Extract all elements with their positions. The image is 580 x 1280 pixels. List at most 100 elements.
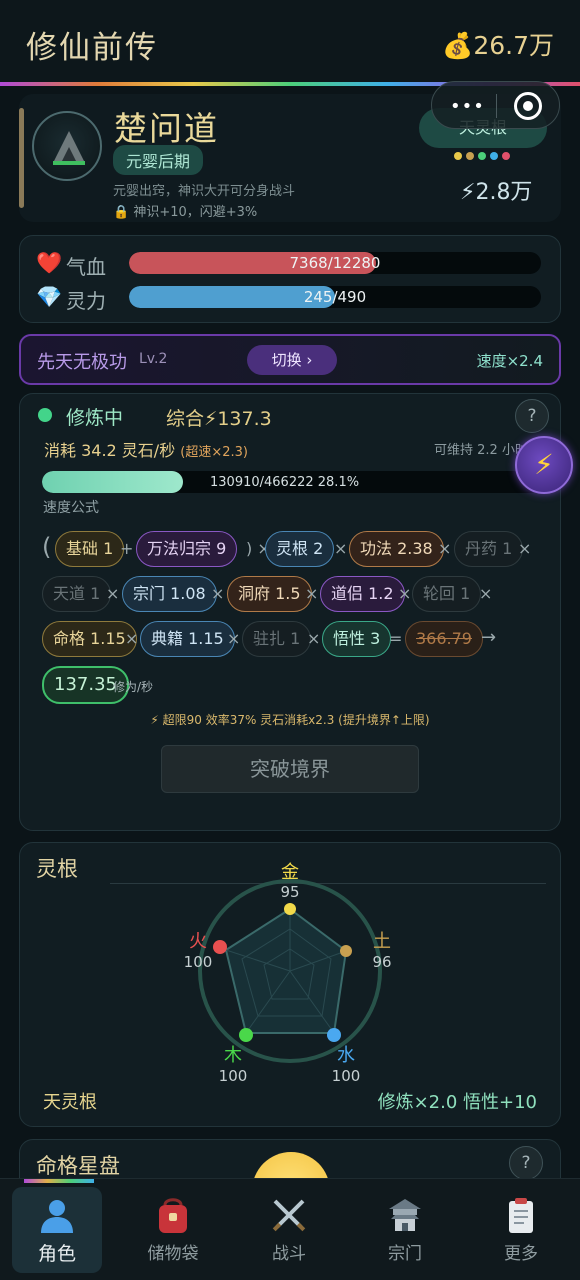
nav-active-indicator [24, 1179, 94, 1183]
formula-chip-wuxing[interactable]: 悟性 3 [322, 621, 392, 657]
top-bar: 修仙前传 💰26.7万 [0, 0, 580, 84]
coin-balance: 💰26.7万 [442, 31, 554, 60]
formula-chip-zongmen[interactable]: 宗门 1.08 [122, 576, 217, 612]
element-dot [502, 152, 510, 160]
vitals-panel: ❤️ 气血 7368/12280 💎 灵力 245/490 [19, 235, 561, 323]
formula-equals: = [389, 629, 403, 648]
formula-times: × [211, 584, 225, 603]
formula-times: × [334, 539, 348, 558]
formula-chip-gongfa[interactable]: 功法 2.38 [349, 531, 444, 567]
technique-speed: 速度×2.4 [476, 352, 543, 370]
character-name: 楚问道 [114, 109, 219, 148]
realm-badge: 元婴后期 [113, 145, 204, 175]
bag-icon [159, 1198, 187, 1233]
nav-more[interactable]: 更多 [476, 1187, 566, 1273]
hp-row: ❤️ 气血 7368/12280 [36, 249, 556, 279]
spirit-root-bonus: 修炼×2.0 悟性+10 [377, 1092, 537, 1113]
mp-value: 245/490 [303, 288, 367, 306]
formula-chip-tiandao[interactable]: 天道 1 [42, 576, 112, 612]
formula-chip-zhuzha[interactable]: 驻扎 1 [242, 621, 312, 657]
mp-bar: 245/490 [129, 286, 541, 308]
overlimit-note: ⚡ 超限90 效率37% 灵石消耗x2.3 (提升境界↑上限) [150, 713, 430, 727]
app-title: 修仙前传 [26, 30, 158, 66]
formula-times: × [479, 584, 493, 603]
close-target-icon[interactable] [514, 92, 542, 120]
sustain-time: 可维持 2.2 小时 [434, 443, 528, 458]
consume-rate: 消耗 34.2 灵石/秒 [44, 441, 176, 460]
metal-node [284, 903, 296, 915]
nav-sect[interactable]: 宗门 [360, 1187, 450, 1273]
spirit-root-name: 天灵根 [43, 1092, 97, 1113]
breakthrough-button[interactable]: 突破境界 [161, 745, 419, 793]
character-icon [41, 1200, 73, 1233]
element-dot [478, 152, 486, 160]
cultivation-status: 修炼中 [66, 407, 124, 429]
formula-chip-danyao[interactable]: 丹药 1 [454, 531, 524, 567]
formula-raw-result: 366.79 [405, 621, 483, 657]
cultivation-help-button[interactable]: ? [515, 399, 549, 433]
spirit-root-radar: 金 95 土 96 水 100 木 100 火 100 [184, 862, 392, 1085]
nav-character[interactable]: 角色 [12, 1187, 102, 1273]
wood-value: 100 [219, 1067, 248, 1085]
formula-times: × [125, 629, 139, 648]
formula-unit: 修为/秒 [113, 680, 154, 694]
nav-label: 战斗 [272, 1244, 306, 1264]
switch-technique-button[interactable]: 切换 › [247, 345, 337, 375]
earth-value: 96 [372, 953, 391, 971]
formula-chip-basic[interactable]: 基础 1 [55, 531, 125, 567]
hp-label: 气血 [66, 255, 106, 279]
metal-value: 95 [280, 883, 299, 901]
stone-consumption: 消耗 34.2 灵石/秒 (超速×2.3) [44, 437, 248, 461]
total-speed: 综合⚡137.3 [166, 408, 272, 430]
cultivation-progress-fill [42, 471, 183, 493]
fire-node [213, 940, 227, 954]
capsule-divider [496, 94, 497, 118]
technique-name: 先天无极功 [37, 352, 127, 373]
mp-row: 💎 灵力 245/490 [36, 283, 556, 313]
formula-times: × [398, 584, 412, 603]
technique-level: Lv.2 [139, 351, 168, 367]
heart-icon: ❤️ [36, 251, 63, 275]
formula-chip-dongfu[interactable]: 洞府 1.5 [227, 576, 312, 612]
earth-label: 土 [373, 931, 391, 952]
fire-value: 100 [184, 953, 213, 971]
spirit-root-panel: 灵根 金 95 土 96 水 100 木 100 火 100 天灵根 修炼×2.… [19, 842, 561, 1127]
temple-icon [389, 1199, 421, 1231]
realm-description: 元婴出窍，神识大开可分身战斗 [113, 184, 296, 199]
more-menu-icon[interactable]: ••• [450, 96, 485, 117]
realm-bonus: 🔒 神识+10，闪避+3% [113, 205, 258, 220]
combat-power: ⚡2.8万 [460, 180, 533, 205]
formula-times: × [305, 584, 319, 603]
formula-chip-lunhui[interactable]: 轮回 1 [412, 576, 482, 612]
destiny-title: 命格星盘 [36, 1154, 120, 1178]
element-dot [466, 152, 474, 160]
nav-battle[interactable]: 战斗 [244, 1187, 334, 1273]
formula-chip-minge[interactable]: 命格 1.15 [42, 621, 137, 657]
element-dot [490, 152, 498, 160]
technique-bar: 先天无极功 Lv.2 切换 › 速度×2.4 [19, 334, 561, 385]
bottom-nav: 角色 储物袋 战斗 宗门 更多 [0, 1178, 580, 1280]
formula-plus: + [120, 539, 134, 558]
fire-label: 火 [189, 931, 207, 952]
metal-label: 金 [281, 862, 299, 883]
water-value: 100 [332, 1067, 361, 1085]
element-dot [454, 152, 462, 160]
diamond-icon: 💎 [36, 285, 63, 309]
mp-label: 灵力 [66, 289, 106, 313]
hp-bar: 7368/12280 [129, 252, 541, 274]
root-element-dots [454, 152, 510, 160]
formula-chip-wanfa[interactable]: 万法归宗 9 [136, 531, 238, 567]
nav-label: 宗门 [388, 1244, 422, 1264]
formula-chip-linggen[interactable]: 灵根 2 [265, 531, 335, 567]
destiny-help-button[interactable]: ? [509, 1146, 543, 1180]
formula-chip-daolv[interactable]: 道侣 1.2 [320, 576, 405, 612]
status-indicator [38, 408, 52, 422]
earth-node [340, 945, 352, 957]
avatar[interactable] [32, 111, 102, 181]
nav-label: 角色 [37, 1243, 76, 1265]
lightning-boost-button[interactable]: ⚡ [515, 436, 573, 494]
formula-chip-dianji[interactable]: 典籍 1.15 [140, 621, 235, 657]
wood-node [239, 1028, 253, 1042]
nav-bag[interactable]: 储物袋 [128, 1187, 218, 1273]
formula-times: × [227, 629, 241, 648]
